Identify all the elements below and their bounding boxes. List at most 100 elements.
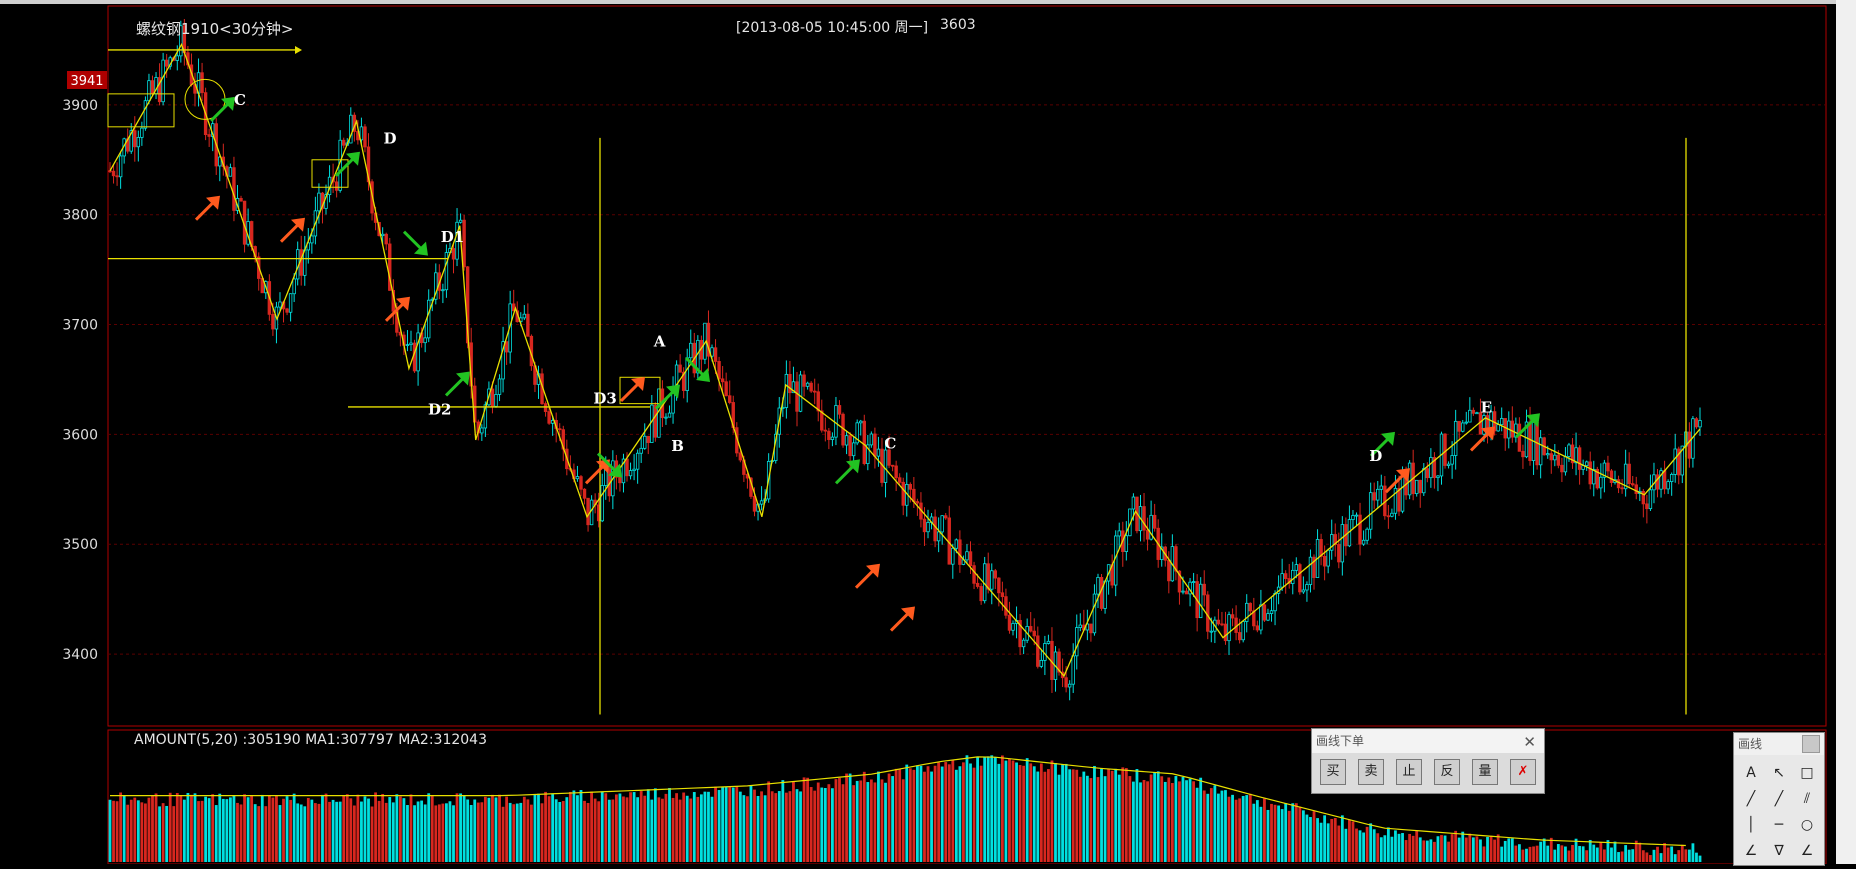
amount-bar bbox=[1103, 776, 1107, 862]
close-icon[interactable] bbox=[1802, 735, 1820, 753]
amount-bar bbox=[1054, 762, 1057, 862]
volume-button[interactable]: 量 bbox=[1472, 759, 1498, 785]
amount-bar bbox=[1489, 835, 1493, 862]
candle-body bbox=[1237, 632, 1242, 641]
candle-body bbox=[1326, 549, 1330, 567]
candle-body bbox=[579, 476, 583, 490]
amount-bar bbox=[1394, 830, 1397, 862]
amount-bar bbox=[1510, 838, 1514, 862]
amount-bar bbox=[193, 793, 197, 862]
amount-bar bbox=[1043, 771, 1047, 862]
sell-button[interactable]: 卖 bbox=[1358, 759, 1384, 785]
amount-bar bbox=[1567, 850, 1571, 862]
candle-body bbox=[1599, 476, 1603, 489]
candle-body bbox=[1567, 444, 1571, 457]
amount-bar bbox=[469, 804, 473, 862]
candle-body bbox=[1588, 461, 1592, 485]
candle-body bbox=[862, 420, 866, 464]
amount-bar bbox=[278, 805, 282, 862]
amount-bar bbox=[1631, 849, 1635, 862]
amount-bar bbox=[1224, 790, 1227, 862]
angle-tool-icon[interactable]: ∠ bbox=[1738, 839, 1764, 863]
amount-bar bbox=[1011, 760, 1015, 862]
amount-bar bbox=[1312, 811, 1316, 862]
candle-body bbox=[1071, 655, 1075, 685]
amount-bar bbox=[1687, 849, 1691, 862]
amount-bar bbox=[806, 777, 810, 862]
text-tool-icon[interactable]: A bbox=[1738, 761, 1764, 785]
candle-body bbox=[912, 488, 916, 502]
amount-bar bbox=[1592, 844, 1596, 862]
candle-body bbox=[720, 378, 725, 383]
candle-body bbox=[1067, 683, 1072, 688]
horizontal-line-tool-icon[interactable]: ─ bbox=[1766, 813, 1792, 837]
buy-arrow bbox=[1469, 426, 1495, 452]
arrow-tool-icon[interactable]: ↖ bbox=[1766, 761, 1792, 785]
amount-bar bbox=[724, 786, 728, 862]
amount-bar bbox=[678, 799, 682, 862]
candle-body bbox=[1538, 437, 1543, 466]
ray-tool-icon[interactable]: ╱ bbox=[1766, 787, 1792, 811]
amount-bar bbox=[1022, 765, 1026, 862]
candle-body bbox=[1372, 492, 1376, 501]
candle-body bbox=[1390, 512, 1394, 517]
drawing-order-panel[interactable]: 画线下单 ✕ 买 卖 止 反 量 ✗ bbox=[1311, 728, 1545, 794]
candle-body bbox=[972, 565, 976, 584]
ellipse-tool-icon[interactable]: ○ bbox=[1794, 813, 1820, 837]
amount-bar bbox=[1362, 832, 1365, 862]
amount-bar bbox=[257, 806, 261, 862]
candle-body bbox=[504, 341, 509, 353]
amount-bar bbox=[168, 792, 172, 862]
candle-body bbox=[150, 80, 155, 95]
candle-body bbox=[936, 531, 941, 542]
amount-bar bbox=[1085, 775, 1089, 862]
amount-bar bbox=[1436, 836, 1440, 862]
amount-bar bbox=[607, 799, 611, 862]
rectangle-tool-icon[interactable]: □ bbox=[1794, 761, 1820, 785]
amount-bar bbox=[586, 802, 590, 862]
amount-bar bbox=[243, 794, 246, 862]
amount-bar bbox=[1454, 830, 1458, 862]
amount-bar bbox=[1641, 850, 1645, 862]
stop-button[interactable]: 止 bbox=[1396, 759, 1422, 785]
amount-bar bbox=[731, 787, 735, 862]
amount-bar bbox=[721, 786, 725, 862]
amount-bar bbox=[232, 795, 236, 862]
amount-bar bbox=[158, 806, 161, 862]
amount-bar bbox=[1047, 769, 1050, 862]
amount-bar bbox=[1316, 818, 1319, 862]
candle-body bbox=[1262, 604, 1267, 621]
amount-bar bbox=[940, 766, 944, 862]
line-tool-icon[interactable]: ╱ bbox=[1738, 787, 1764, 811]
candle-body bbox=[798, 374, 803, 412]
reverse-button[interactable]: 反 bbox=[1434, 759, 1460, 785]
candle-body bbox=[1471, 409, 1476, 414]
amount-bar bbox=[728, 786, 732, 862]
candle-body bbox=[1415, 479, 1419, 495]
candle-body bbox=[1627, 463, 1631, 485]
candle-body bbox=[1191, 581, 1196, 583]
candle-body bbox=[1181, 590, 1185, 593]
candle-body bbox=[147, 80, 151, 102]
close-icon[interactable]: ✕ bbox=[1523, 730, 1536, 754]
amount-bar bbox=[1326, 823, 1330, 862]
parallel-tool-icon[interactable]: ⫽ bbox=[1794, 787, 1820, 811]
amount-bar bbox=[1429, 839, 1433, 862]
amount-bar bbox=[969, 763, 972, 862]
annotation-label: D bbox=[1369, 447, 1382, 465]
candle-body bbox=[1298, 564, 1302, 593]
drawing-tools-panel[interactable]: 画线 A ↖ □ ╱ ╱ ⫽ │ ─ ○ ∠ ∇ ∠ bbox=[1733, 732, 1825, 866]
amount-bar bbox=[533, 794, 537, 862]
candle-body bbox=[1694, 418, 1699, 428]
candle-body bbox=[805, 382, 810, 387]
angle2-tool-icon[interactable]: ∠ bbox=[1794, 839, 1820, 863]
buy-button[interactable]: 买 bbox=[1320, 759, 1346, 785]
amount-bar bbox=[1500, 846, 1504, 862]
delete-orders-icon[interactable]: ✗ bbox=[1510, 759, 1536, 785]
candle-body bbox=[1666, 481, 1670, 490]
vertical-line-tool-icon[interactable]: │ bbox=[1738, 813, 1764, 837]
amount-bar bbox=[710, 796, 714, 862]
candle-body bbox=[1021, 639, 1026, 648]
amount-bar bbox=[1309, 817, 1312, 862]
triangle-tool-icon[interactable]: ∇ bbox=[1766, 839, 1792, 863]
